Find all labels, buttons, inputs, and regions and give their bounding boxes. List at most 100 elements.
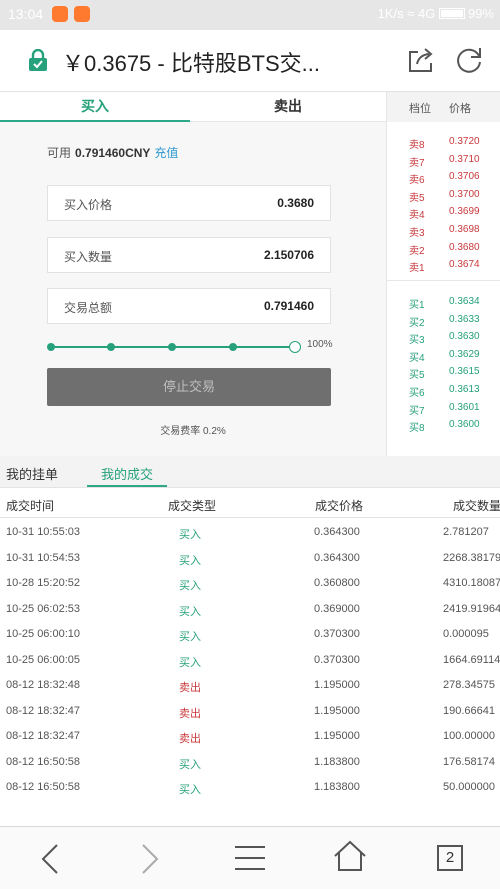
signal-type: 4G (418, 6, 436, 21)
sell-level: 卖5 (409, 192, 425, 204)
table-row: 10-25 06:00:10 买入 0.370300 0.000095 (0, 622, 500, 647)
sell-level: 卖6 (409, 175, 425, 187)
sell-row[interactable]: 卖5 0.3700 (387, 187, 500, 204)
sell-row[interactable]: 卖4 0.3699 (387, 204, 500, 221)
trade-type: 买入 (179, 631, 201, 643)
buy-row[interactable]: 买1 0.3634 (387, 294, 500, 311)
network-speed: 1K/s (377, 6, 404, 21)
trade-time: 08-12 18:32:47 (6, 704, 81, 717)
sell-price: 0.3698 (449, 224, 480, 235)
total-field[interactable]: 交易总额 0.791460 (47, 288, 331, 324)
sell-row[interactable]: 卖8 0.3720 (387, 134, 500, 151)
slider-handle[interactable] (289, 341, 301, 353)
sell-row[interactable]: 卖3 0.3698 (387, 222, 500, 239)
col-type: 成交类型 (168, 499, 217, 513)
sell-level: 卖8 (409, 140, 425, 151)
buy-level: 买2 (409, 317, 425, 329)
page-title: ￥0.3675 - 比特股BTS交... (62, 51, 320, 76)
trade-type: 买入 (179, 580, 201, 592)
sell-level: 卖3 (409, 228, 425, 239)
buy-price-field[interactable]: 买入价格 0.3680 (47, 185, 331, 221)
browser-title-bar: ￥0.3675 - 比特股BTS交... (0, 30, 500, 92)
table-row: 10-25 06:02:53 买入 0.369000 2419.91964 (0, 597, 500, 622)
sell-row[interactable]: 卖7 0.3710 (387, 152, 500, 169)
trade-price: 0.360800 (314, 577, 360, 589)
slider-stop-50[interactable] (168, 343, 176, 351)
trade-quantity: 2.781207 (443, 526, 489, 538)
trade-type: 卖出 (179, 707, 201, 720)
home-icon[interactable] (333, 840, 367, 872)
slider-percent: 100% (307, 339, 333, 350)
trade-price: 1.183800 (314, 755, 360, 768)
sell-level: 卖4 (409, 210, 425, 222)
tab-my-trades[interactable]: 我的成交 (101, 464, 153, 483)
available-value: 0.791460CNY (75, 146, 151, 160)
trade-time: 10-25 06:00:10 (6, 628, 81, 640)
buy-row[interactable]: 买8 0.3600 (387, 417, 500, 434)
trade-quantity: 2419.91964 (443, 602, 500, 615)
buy-price: 0.3600 (449, 419, 480, 431)
table-row: 10-31 10:54:53 买入 0.364300 2268.38179 (0, 546, 500, 571)
buy-row[interactable]: 买4 0.3629 (387, 347, 500, 364)
table-row: 10-31 10:55:03 买入 0.364300 2.781207 (0, 520, 500, 545)
trade-type: 买入 (179, 605, 201, 618)
trade-time: 10-25 06:00:05 (6, 653, 81, 666)
trade-type: 买入 (179, 656, 201, 669)
buy-row[interactable]: 买2 0.3633 (387, 312, 500, 329)
buy-row[interactable]: 买6 0.3613 (387, 382, 500, 399)
buy-level: 买8 (409, 423, 425, 435)
trade-time: 10-31 10:54:53 (6, 551, 81, 564)
col-time: 成交时间 (6, 499, 55, 513)
history-tabs: 我的挂单 我的成交 (0, 456, 500, 488)
battery-level: 99% (467, 6, 494, 21)
buy-level: 买5 (409, 370, 425, 382)
available-balance: 可用 0.791460CNY 充值 (47, 144, 178, 161)
trade-price: 0.370300 (314, 628, 360, 640)
history-panel: 我的挂单 我的成交 成交时间 成交类型 成交价格 成交数量 10-31 10:5… (0, 456, 500, 826)
menu-icon[interactable] (234, 845, 266, 871)
trade-quantity: 0.000095 (443, 628, 489, 640)
sell-level: 卖1 (409, 263, 425, 275)
col-quantity: 成交数量 (453, 499, 500, 513)
trade-type: 卖出 (179, 682, 201, 694)
forward-icon[interactable] (140, 843, 160, 875)
back-icon[interactable] (40, 843, 60, 875)
sell-price: 0.3699 (449, 206, 480, 218)
trade-price: 0.369000 (314, 602, 360, 615)
trade-quantity: 2268.38179 (443, 551, 500, 564)
sell-row[interactable]: 卖1 0.3674 (387, 257, 500, 274)
book-divider (387, 280, 500, 281)
tabs-count-button[interactable]: 2 (437, 845, 463, 871)
tab-my-orders[interactable]: 我的挂单 (6, 464, 58, 483)
table-row: 08-12 16:50:58 买入 1.183800 176.58174 (0, 750, 500, 775)
buy-price-value: 0.3680 (277, 196, 314, 210)
table-row: 08-12 18:32:47 卖出 1.195000 100.00000 (0, 724, 500, 749)
trade-quantity: 190.66641 (443, 704, 495, 717)
total-value: 0.791460 (263, 299, 314, 313)
sell-row[interactable]: 卖2 0.3680 (387, 240, 500, 257)
tab-sell[interactable]: 卖出 (190, 92, 386, 122)
refresh-icon[interactable] (454, 45, 484, 75)
sell-price: 0.3700 (449, 188, 480, 200)
trade-time: 08-12 18:32:48 (6, 679, 81, 691)
trade-time: 10-31 10:55:03 (6, 526, 81, 538)
slider-stop-0[interactable] (47, 343, 55, 351)
buy-row[interactable]: 买3 0.3630 (387, 329, 500, 346)
slider-stop-25[interactable] (107, 343, 115, 351)
trade-quantity: 50.000000 (443, 781, 495, 793)
clock: 13:04 (8, 6, 44, 22)
stop-trading-button[interactable]: 停止交易 (47, 368, 331, 406)
buy-row[interactable]: 买7 0.3601 (387, 400, 500, 417)
trade-time: 08-12 18:32:47 (6, 730, 81, 742)
sell-row[interactable]: 卖6 0.3706 (387, 169, 500, 186)
amount-slider[interactable] (47, 341, 301, 353)
buy-price: 0.3630 (449, 331, 480, 343)
buy-row[interactable]: 买5 0.3615 (387, 364, 500, 381)
app-notification-icon (52, 6, 68, 22)
recharge-link[interactable]: 充值 (154, 146, 178, 160)
share-icon[interactable] (407, 46, 435, 74)
slider-stop-75[interactable] (229, 343, 237, 351)
buy-amount-field[interactable]: 买入数量 2.150706 (47, 237, 331, 273)
trade-tabs: 买入 卖出 (0, 92, 386, 122)
tab-buy[interactable]: 买入 (0, 92, 190, 122)
